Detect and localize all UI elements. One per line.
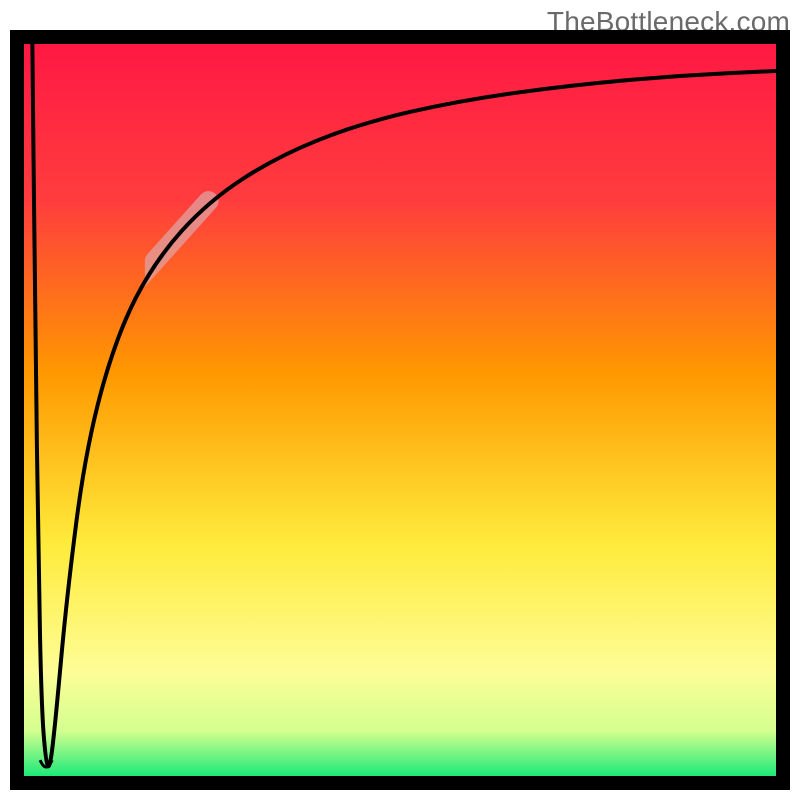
bottleneck-chart — [10, 30, 790, 790]
chart-container: TheBottleneck.com — [0, 0, 800, 800]
plot-background — [17, 37, 783, 783]
